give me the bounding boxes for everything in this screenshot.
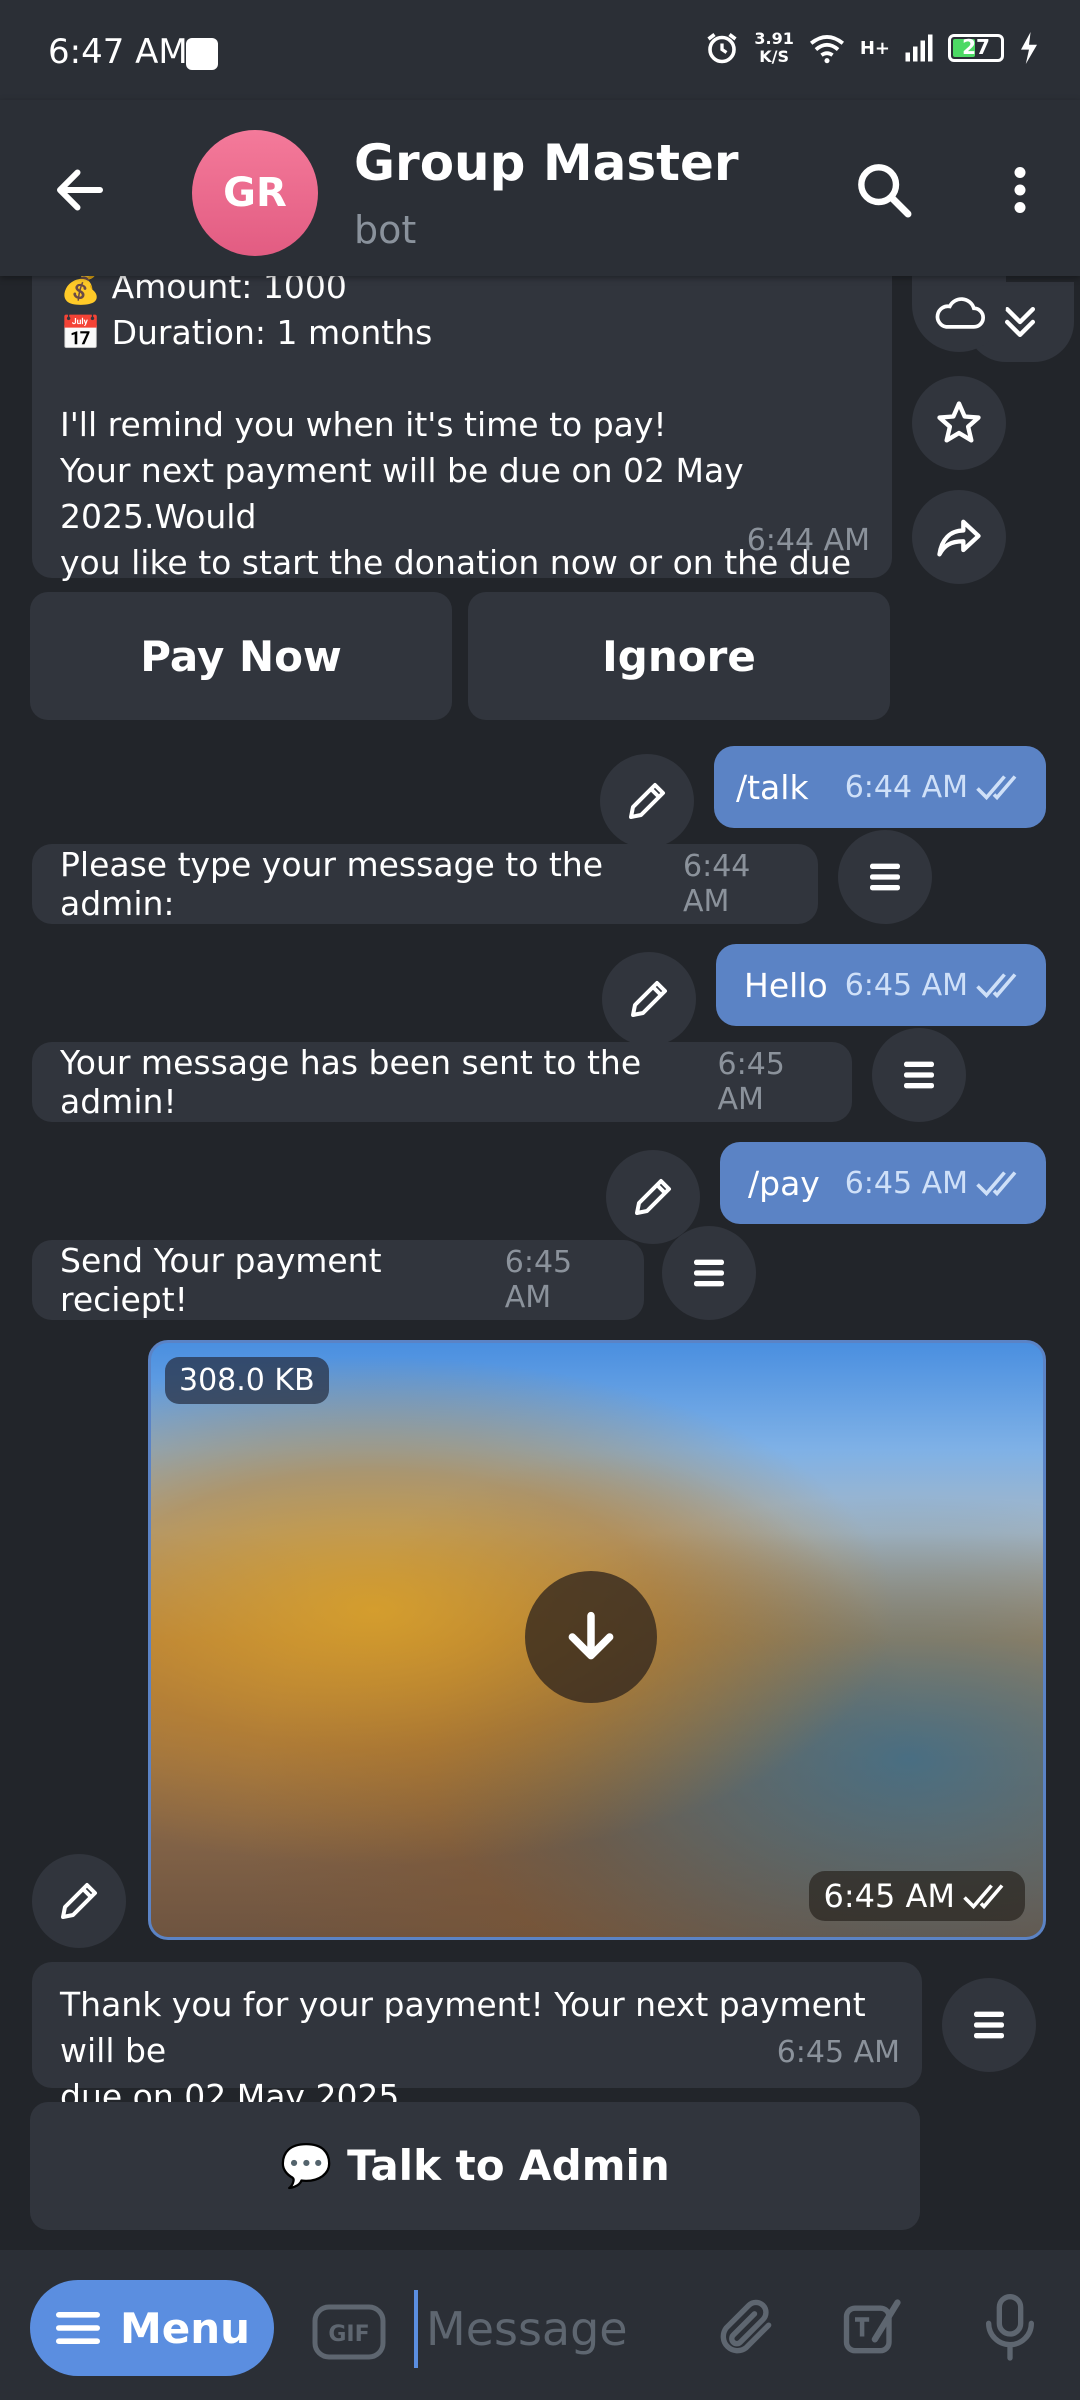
menu-button[interactable]: Menu <box>30 2280 274 2376</box>
user-message-hello: Hello 6:45 AM <box>716 944 1046 1026</box>
ignore-button[interactable]: Ignore <box>468 592 890 720</box>
avatar[interactable]: GR <box>192 130 318 256</box>
back-button[interactable] <box>50 160 120 220</box>
user-message-talk: /talk 6:44 AM <box>714 746 1046 828</box>
cloud-icon <box>935 297 985 329</box>
search-icon <box>858 164 912 218</box>
menu-icon <box>904 1061 934 1089</box>
share-icon <box>937 519 981 557</box>
bot-message-talk: Please type your message to the admin: 6… <box>32 844 818 924</box>
bot-message-thanks: Thank you for your payment! Your next pa… <box>32 1962 922 2116</box>
chat-subtitle: bot <box>354 208 417 252</box>
status-bar: 6:47 AM 3.91 K/S H+ 27 <box>0 0 1080 100</box>
menu-icon <box>870 863 900 891</box>
bot-message-sent: Your message has been sent to the admin!… <box>32 1042 852 1122</box>
message-input[interactable] <box>414 2290 688 2368</box>
star-icon <box>937 401 981 443</box>
pencil-icon <box>629 783 665 819</box>
user-message-pay: /pay 6:45 AM <box>720 1142 1046 1224</box>
arrow-down-icon <box>568 1611 614 1660</box>
reply-menu-button[interactable] <box>662 1226 756 1320</box>
double-check-icon <box>963 1884 1004 1910</box>
favorite-button[interactable] <box>912 376 1006 470</box>
menu-icon <box>974 2011 1004 2039</box>
alarm-icon <box>707 33 737 64</box>
arrow-left-icon <box>57 169 103 211</box>
chat-area[interactable]: 💰 Amount: 1000 📅 Duration: 1 months I'll… <box>0 276 1080 2250</box>
sticker-button[interactable] <box>836 2294 908 2366</box>
file-size-badge: 308.0 KB <box>165 1357 329 1404</box>
chat-header: GR Group Master bot <box>0 100 1080 276</box>
edit-button[interactable] <box>32 1854 126 1948</box>
bot-message-receipt: Send Your payment reciept! 6:45 AM <box>32 1240 644 1320</box>
network-speed: 3.91 K/S <box>754 29 794 66</box>
gif-button[interactable]: GIF <box>312 2304 386 2364</box>
sticker-icon <box>843 2299 901 2354</box>
pencil-icon <box>61 1883 97 1919</box>
double-check-icon <box>976 973 1017 999</box>
share-button[interactable] <box>912 490 1006 584</box>
download-button[interactable] <box>525 1571 657 1703</box>
status-icons: 3.91 K/S H+ 27 <box>704 30 1040 66</box>
reply-menu-button[interactable] <box>872 1028 966 1122</box>
gif-icon: GIF <box>312 2304 386 2360</box>
pencil-icon <box>635 1179 671 1215</box>
attach-button[interactable] <box>712 2294 780 2366</box>
photo-timestamp: 6:45 AM <box>809 1871 1025 1921</box>
charging-icon <box>1021 32 1037 64</box>
svg-text:GIF: GIF <box>328 2322 369 2347</box>
notification-icon <box>186 38 218 70</box>
chat-title[interactable]: Group Master <box>354 134 739 192</box>
reply-menu-button[interactable] <box>942 1978 1036 2072</box>
wifi-icon <box>809 35 844 64</box>
hamburger-icon <box>55 2312 100 2344</box>
battery-icon: 27 <box>948 34 1004 62</box>
reply-menu-button[interactable] <box>838 830 932 924</box>
status-time: 6:47 AM <box>48 32 188 72</box>
more-vertical-icon <box>1014 167 1026 213</box>
bot-message-payment-info: 💰 Amount: 1000 📅 Duration: 1 months I'll… <box>32 276 892 628</box>
more-options-button[interactable] <box>990 158 1050 226</box>
talk-to-admin-button[interactable]: 💬 Talk to Admin <box>30 2102 920 2230</box>
paperclip-icon <box>720 2299 772 2354</box>
double-check-icon <box>976 775 1017 801</box>
double-check-icon <box>976 1171 1017 1197</box>
edit-button[interactable] <box>606 1150 700 1244</box>
microphone-icon <box>986 2294 1034 2361</box>
microphone-button[interactable] <box>978 2290 1042 2366</box>
edit-button[interactable] <box>602 952 696 1046</box>
menu-icon <box>694 1259 724 1287</box>
signal-icon <box>905 34 933 62</box>
pay-now-button[interactable]: Pay Now <box>30 592 452 720</box>
photo-message[interactable]: 308.0 KB 6:45 AM <box>148 1340 1046 1940</box>
network-type: H+ <box>859 37 890 59</box>
search-button[interactable] <box>852 158 920 226</box>
edit-button[interactable] <box>600 754 694 848</box>
input-bar: Menu GIF <box>0 2250 1080 2400</box>
pencil-icon <box>631 981 667 1017</box>
